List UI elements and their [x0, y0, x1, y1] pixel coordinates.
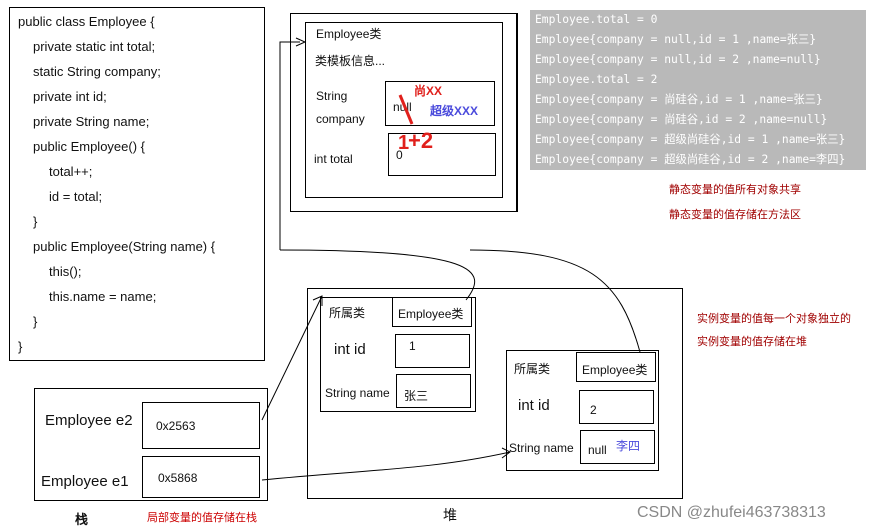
obj1-class-link: [279, 249, 476, 301]
e1-arrow: [261, 451, 511, 481]
arrow-to-class: [279, 41, 300, 250]
obj2-class-link: [469, 249, 641, 353]
e2-arrow: [261, 295, 323, 421]
strike-null: [398, 94, 414, 125]
arrows: [261, 37, 641, 481]
